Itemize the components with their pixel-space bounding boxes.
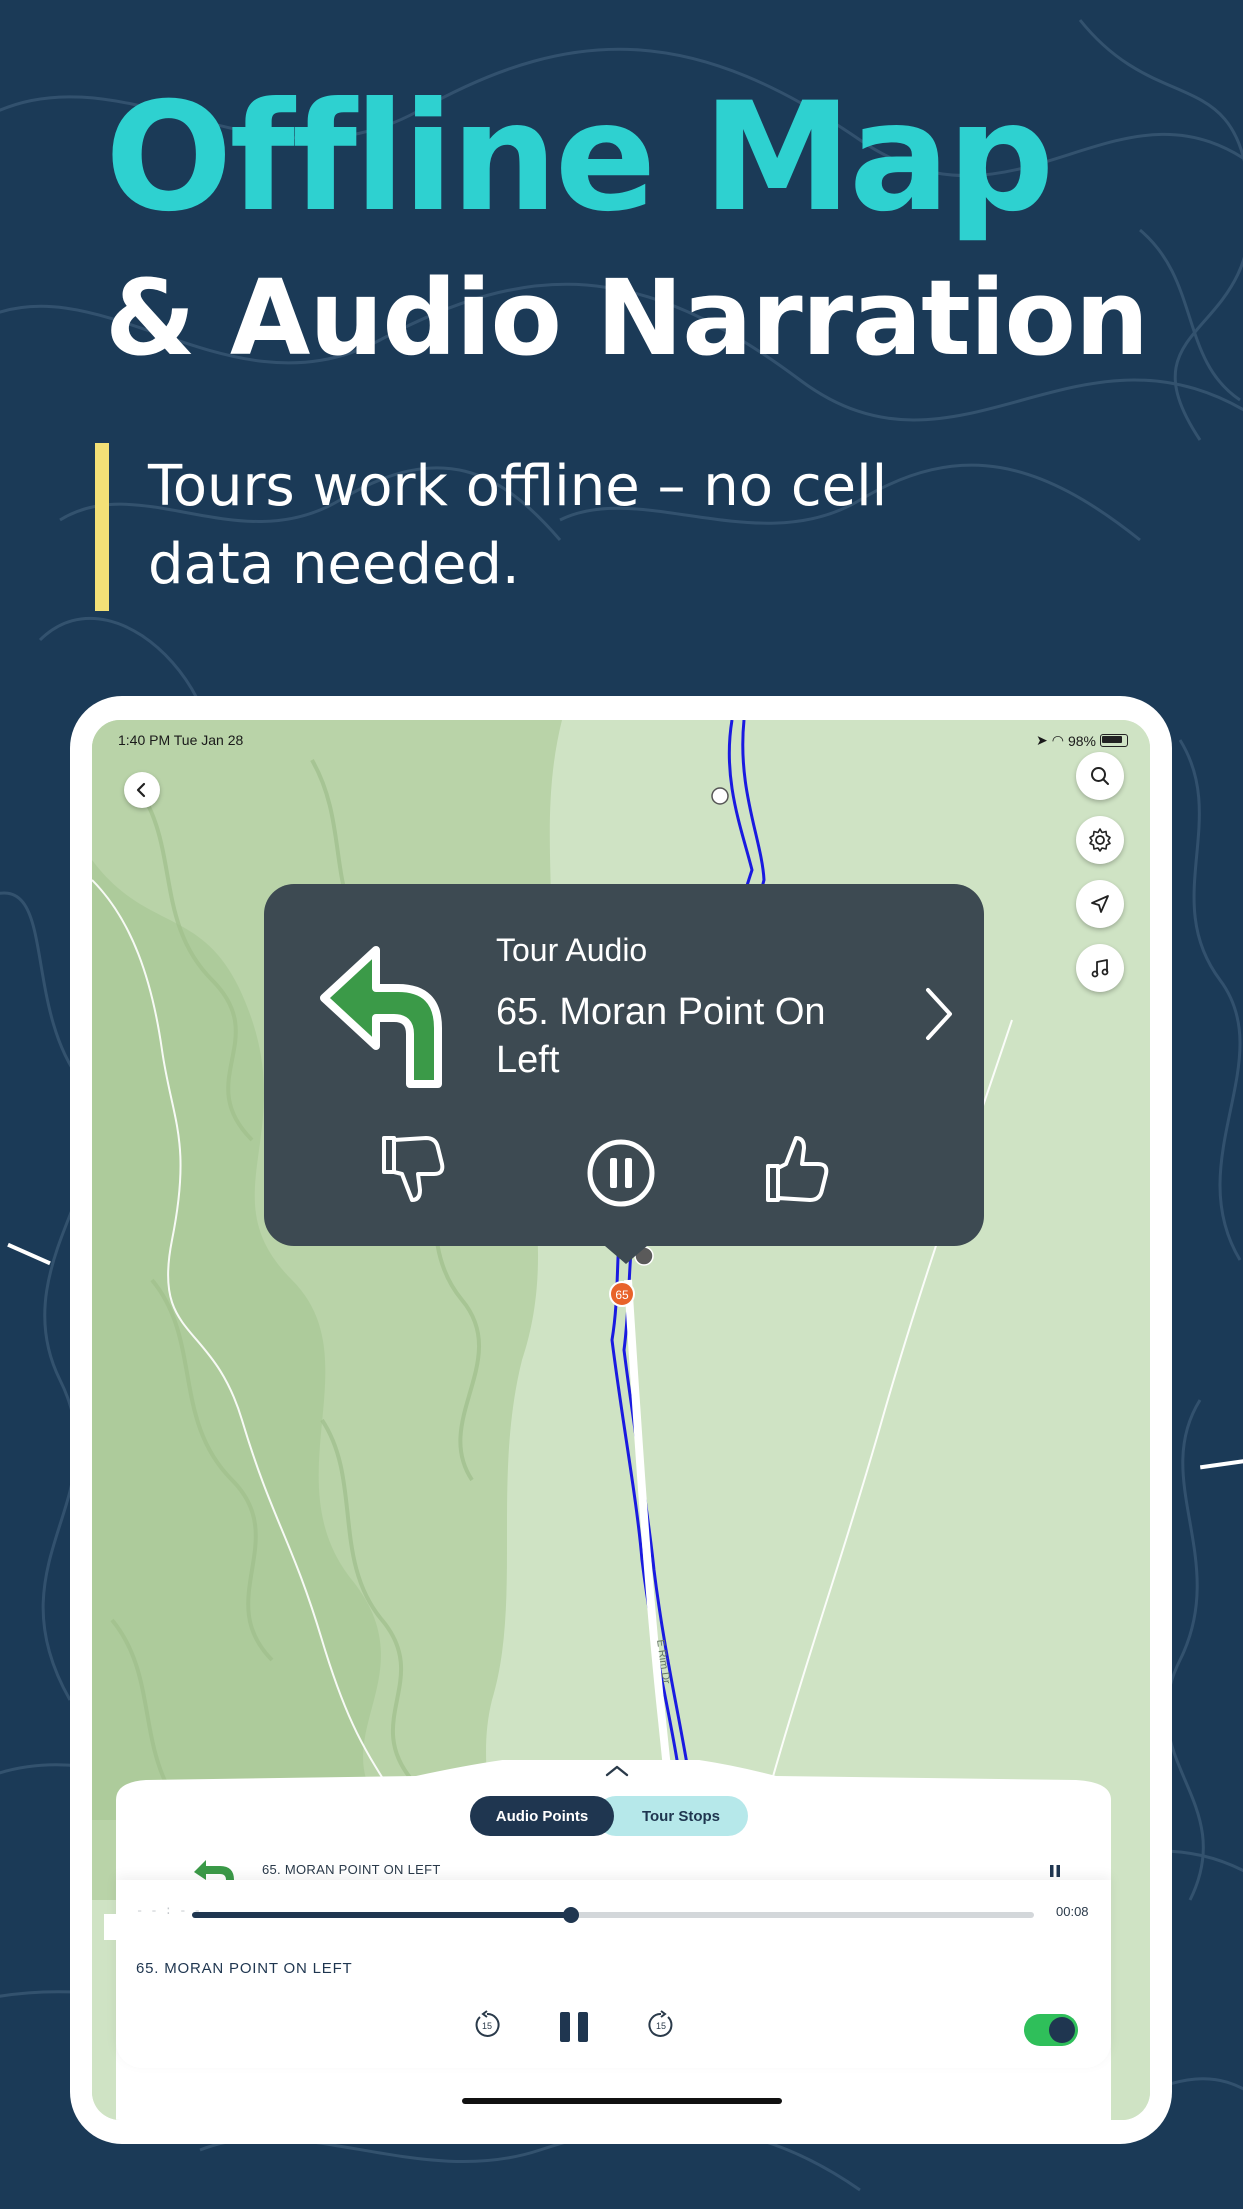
tab-tour-stops[interactable]: Tour Stops (596, 1796, 748, 1836)
subtitle: Tours work offline – no cell data needed… (148, 454, 888, 597)
toggle-knob (1049, 2017, 1075, 2043)
location-status-icon: ➤ (1036, 732, 1048, 748)
tab-audio-points[interactable]: Audio Points (470, 1796, 614, 1836)
progress-knob[interactable] (562, 1907, 579, 1923)
chevron-left-icon (136, 782, 146, 798)
row-pause-icon[interactable] (1048, 1864, 1062, 1878)
battery-icon (1100, 734, 1128, 747)
accent-bar (95, 443, 109, 611)
status-indicators: ➤ ◠ 98% (1036, 732, 1128, 749)
list-item-title[interactable]: 65. MORAN POINT ON LEFT (262, 1862, 441, 1877)
player-edge (104, 1914, 118, 1940)
chevron-right-icon[interactable] (922, 986, 956, 1042)
thumbs-up-icon[interactable] (764, 1134, 830, 1204)
chevron-up-icon[interactable] (604, 1764, 630, 1778)
app-screen: 65 E Rim Dr 1:40 PM Tue Jan 28 ➤ ◠ 98% T… (92, 720, 1150, 2120)
search-button[interactable] (1076, 752, 1124, 800)
audio-player: - - : - - 00:08 65. MORAN POINT ON LEFT … (104, 1880, 1111, 2068)
elapsed-time: 00:08 (1056, 1904, 1089, 1919)
tour-audio-popup: Tour Audio 65. Moran Point On Left (264, 884, 984, 1264)
svg-text:15: 15 (656, 2021, 666, 2031)
now-playing-title: 65. MORAN POINT ON LEFT (136, 1960, 353, 1977)
pause-icon[interactable] (558, 2010, 590, 2044)
headline-offline-map: Offline Map (105, 71, 1054, 245)
settings-button[interactable] (1076, 816, 1124, 864)
thumbs-down-icon[interactable] (380, 1134, 446, 1204)
tablet-frame: 65 E Rim Dr 1:40 PM Tue Jan 28 ➤ ◠ 98% T… (70, 696, 1172, 2144)
search-icon (1091, 767, 1109, 785)
home-indicator[interactable] (462, 2098, 782, 2104)
svg-text:15: 15 (482, 2021, 492, 2031)
turn-left-arrow-icon (320, 946, 442, 1088)
audio-button[interactable] (1076, 944, 1124, 992)
popup-label: Tour Audio (496, 932, 648, 968)
remaining-time: - - : - - (136, 1904, 201, 1918)
autoplay-toggle[interactable] (1024, 2014, 1078, 2046)
popup-stop-title: 65. Moran Point On Left (496, 991, 826, 1081)
progress-slider[interactable] (192, 1907, 1034, 1923)
bottom-sheet: Tour Stops Audio Points 65. MORAN POINT … (104, 1760, 1111, 2120)
gear-icon (1089, 828, 1111, 852)
status-time: 1:40 PM Tue Jan 28 (118, 732, 244, 748)
popup-pointer (598, 1240, 654, 1264)
battery-percent: 98% (1067, 732, 1096, 749)
music-note-icon (1091, 959, 1109, 978)
progress-fill (192, 1912, 571, 1918)
skip-forward-15-icon[interactable]: 15 (646, 2010, 676, 2040)
back-button[interactable] (124, 772, 160, 808)
headline-audio-narration: & Audio Narration (105, 257, 1149, 379)
turn-left-small-icon (194, 1860, 234, 1880)
skip-back-15-icon[interactable]: 15 (472, 2010, 502, 2040)
stop-marker-label[interactable]: 65 (615, 1288, 629, 1302)
location-arrow-icon (1091, 895, 1109, 913)
wifi-icon: ◠ (1051, 732, 1064, 748)
pause-circle-icon[interactable] (586, 1138, 656, 1208)
recenter-button[interactable] (1076, 880, 1124, 928)
